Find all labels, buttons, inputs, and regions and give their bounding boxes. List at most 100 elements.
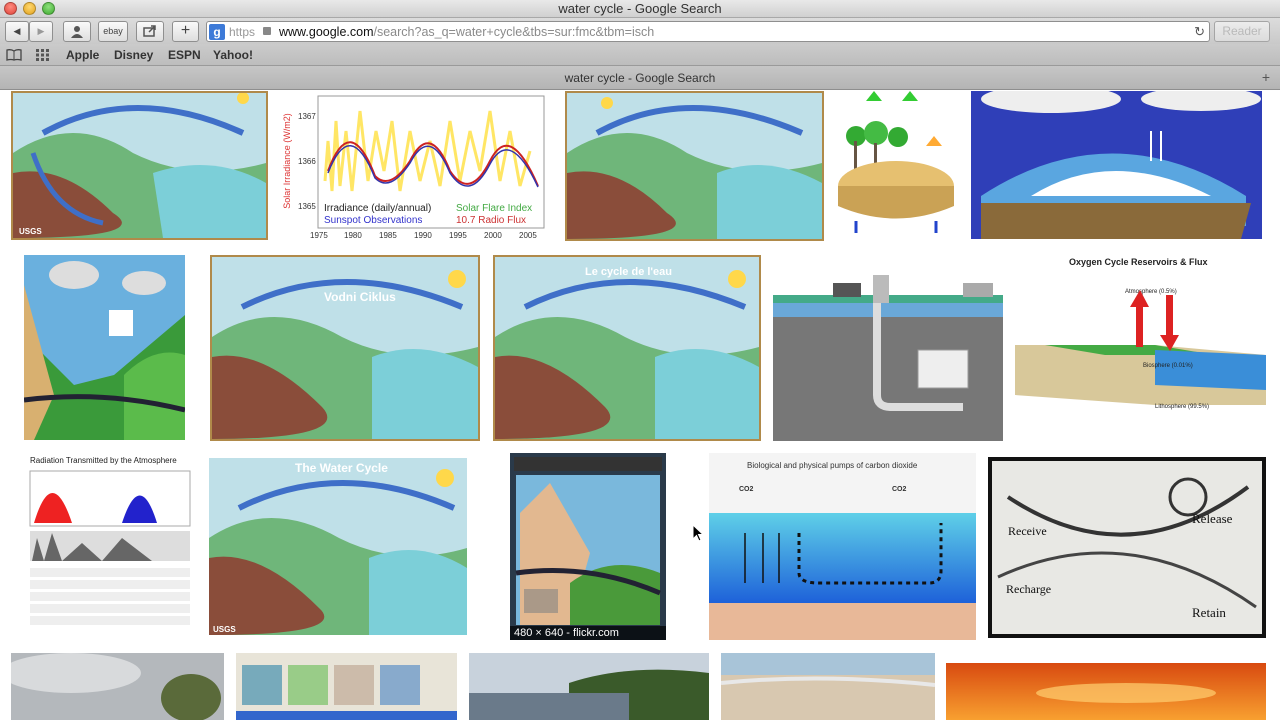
image-result-fracking[interactable] [773,255,1003,441]
window-title: water cycle - Google Search [558,1,722,16]
browser-toolbar: ◀ ▶ ebay + g https www.google.com/search… [0,18,1280,44]
watershed-poster-image: Receive Release Recharge Retain [988,457,1266,638]
svg-text:2005: 2005 [519,231,537,240]
svg-text:1990: 1990 [414,231,432,240]
svg-text:1980: 1980 [344,231,362,240]
mouse-cursor-icon [692,524,704,542]
svg-text:Biosphere (0.01%): Biosphere (0.01%) [1143,363,1193,369]
bookmark-yahoo[interactable]: Yahoo! [213,48,253,62]
image-results-grid: USGS Solar Irradiance (W/m2) 1367 1366 1… [0,91,1280,720]
svg-text:1366: 1366 [298,157,316,166]
svg-text:Release: Release [1192,511,1233,526]
image-result-flickr-mural[interactable]: 480 × 640 - flickr.com [510,453,666,640]
image-result-radiation-spectrum[interactable]: Radiation Transmitted by the Atmosphere [22,453,192,638]
svg-text:Lithosphere (99.5%): Lithosphere (99.5%) [1155,404,1209,410]
title-bar: water cycle - Google Search [0,0,1280,18]
image-result-usgs-water-cycle[interactable]: USGS [11,91,268,240]
water-cycle-diagram-image: USGS [13,93,266,238]
carbon-pumps-diagram-image: Biological and physical pumps of carbon … [709,453,976,640]
fracking-diagram-image [773,255,1003,441]
svg-text:Solar Irradiance (W/m2): Solar Irradiance (W/m2) [282,113,292,209]
url-scheme: https [229,25,256,39]
svg-text:1985: 1985 [379,231,397,240]
svg-text:CO2: CO2 [739,486,754,493]
transpiration-diagram-image [836,91,956,241]
image-result-solar-irradiance[interactable]: Solar Irradiance (W/m2) 1367 1366 1365 I… [280,91,548,240]
image-result-watershed-poster[interactable]: Receive Release Recharge Retain [988,457,1266,638]
reload-icon[interactable]: ↻ [1194,24,1205,40]
svg-text:Vodni Ciklus: Vodni Ciklus [324,290,396,304]
image-result-oxygen-cycle[interactable]: Oxygen Cycle Reservoirs & Flux Atmospher… [1015,255,1266,441]
google-favicon-icon: g [209,24,225,40]
tab-water-cycle[interactable]: water cycle - Google Search [0,71,1280,85]
image-result-student-drawings[interactable] [236,653,457,720]
top-sites-grid-icon[interactable] [36,49,50,61]
the-water-cycle-diagram-image: The Water Cycle USGS [209,458,467,635]
new-tab-button[interactable]: + [1258,69,1274,85]
svg-text:Atmosphere (0.5%): Atmosphere (0.5%) [1125,289,1177,295]
svg-text:Retain: Retain [1192,605,1226,620]
svg-text:Irradiance (daily/annual): Irradiance (daily/annual) [324,203,431,214]
svg-text:CO2: CO2 [892,486,907,493]
image-result-cloudy-sky[interactable] [11,653,224,720]
lake-shore-photo-image [469,653,709,720]
ebay-button[interactable]: ebay [98,21,128,42]
bookmark-espn[interactable]: ESPN [168,48,201,62]
beach-photo-image [721,653,935,720]
share-button[interactable] [136,21,164,42]
image-result-classroom-display[interactable] [24,255,185,440]
image-result-carbon-pumps[interactable]: Biological and physical pumps of carbon … [709,453,976,640]
bookmark-disney[interactable]: Disney [114,48,153,62]
bookmarks-bar: Apple Disney ESPN Yahoo! [0,44,1280,66]
svg-text:USGS: USGS [213,625,236,634]
image-result-vodni-ciklus[interactable]: Vodni Ciklus [210,255,480,441]
svg-text:1995: 1995 [449,231,467,240]
svg-text:Receive: Receive [1008,524,1047,538]
amazon-bookmarklet-button[interactable] [63,21,91,42]
solar-irradiance-chart-image: Solar Irradiance (W/m2) 1367 1366 1365 I… [280,91,548,240]
image-result-sunset[interactable] [946,663,1266,720]
image-result-the-water-cycle[interactable]: The Water Cycle USGS [209,458,467,635]
add-bookmark-button[interactable]: + [172,21,199,42]
svg-text:Recharge: Recharge [1006,582,1051,596]
svg-text:Sunspot Observations: Sunspot Observations [324,215,422,226]
oxygen-cycle-diagram-image: Oxygen Cycle Reservoirs & Flux Atmospher… [1015,255,1266,441]
svg-text:Solar Flare Index: Solar Flare Index [456,203,532,214]
image-result-water-cycle-2[interactable] [565,91,824,241]
share-icon [143,25,156,37]
image-result-lake-shore[interactable] [469,653,709,720]
svg-text:10.7 Radio Flux: 10.7 Radio Flux [456,215,526,226]
svg-text:1367: 1367 [298,112,316,121]
tab-bar: water cycle - Google Search + [0,66,1280,90]
svg-text:2000: 2000 [484,231,502,240]
image-result-glacier-cycle[interactable] [971,91,1262,239]
student-drawings-image [236,653,457,720]
person-icon [71,26,83,38]
svg-text:Le cycle de l'eau: Le cycle de l'eau [585,266,672,278]
reading-list-icon[interactable] [6,49,22,61]
svg-text:USGS: USGS [19,227,42,236]
svg-text:1365: 1365 [298,202,316,211]
svg-text:Oxygen Cycle Reservoirs & Flux: Oxygen Cycle Reservoirs & Flux [1069,257,1208,267]
back-button[interactable]: ◀ [5,21,29,42]
svg-text:Radiation Transmitted by the A: Radiation Transmitted by the Atmosphere [30,456,177,465]
image-result-beach[interactable] [721,653,935,720]
image-result-cycle-de-leau[interactable]: Le cycle de l'eau [493,255,761,441]
svg-text:The Water Cycle: The Water Cycle [295,461,388,475]
image-result-transpiration[interactable] [836,91,956,241]
classroom-display-image [24,255,185,440]
address-bar[interactable]: g https www.google.com/search?as_q=water… [206,21,1210,42]
vodni-ciklus-diagram-image: Vodni Ciklus [212,257,478,439]
bookmark-apple[interactable]: Apple [66,48,99,62]
reader-button[interactable]: Reader [1214,21,1270,42]
sunset-photo-image [946,663,1266,720]
water-cycle-diagram-image [567,93,822,239]
glacier-cycle-diagram-image [971,91,1262,239]
svg-text:1975: 1975 [310,231,328,240]
mural-photo-image [510,453,666,640]
lock-icon [263,27,271,35]
radiation-spectrum-chart-image: Radiation Transmitted by the Atmosphere [22,453,192,638]
forward-button[interactable]: ▶ [29,21,53,42]
url-text[interactable]: www.google.com/search?as_q=water+cycle&t… [279,25,654,39]
image-size-caption: 480 × 640 - flickr.com [510,626,666,640]
